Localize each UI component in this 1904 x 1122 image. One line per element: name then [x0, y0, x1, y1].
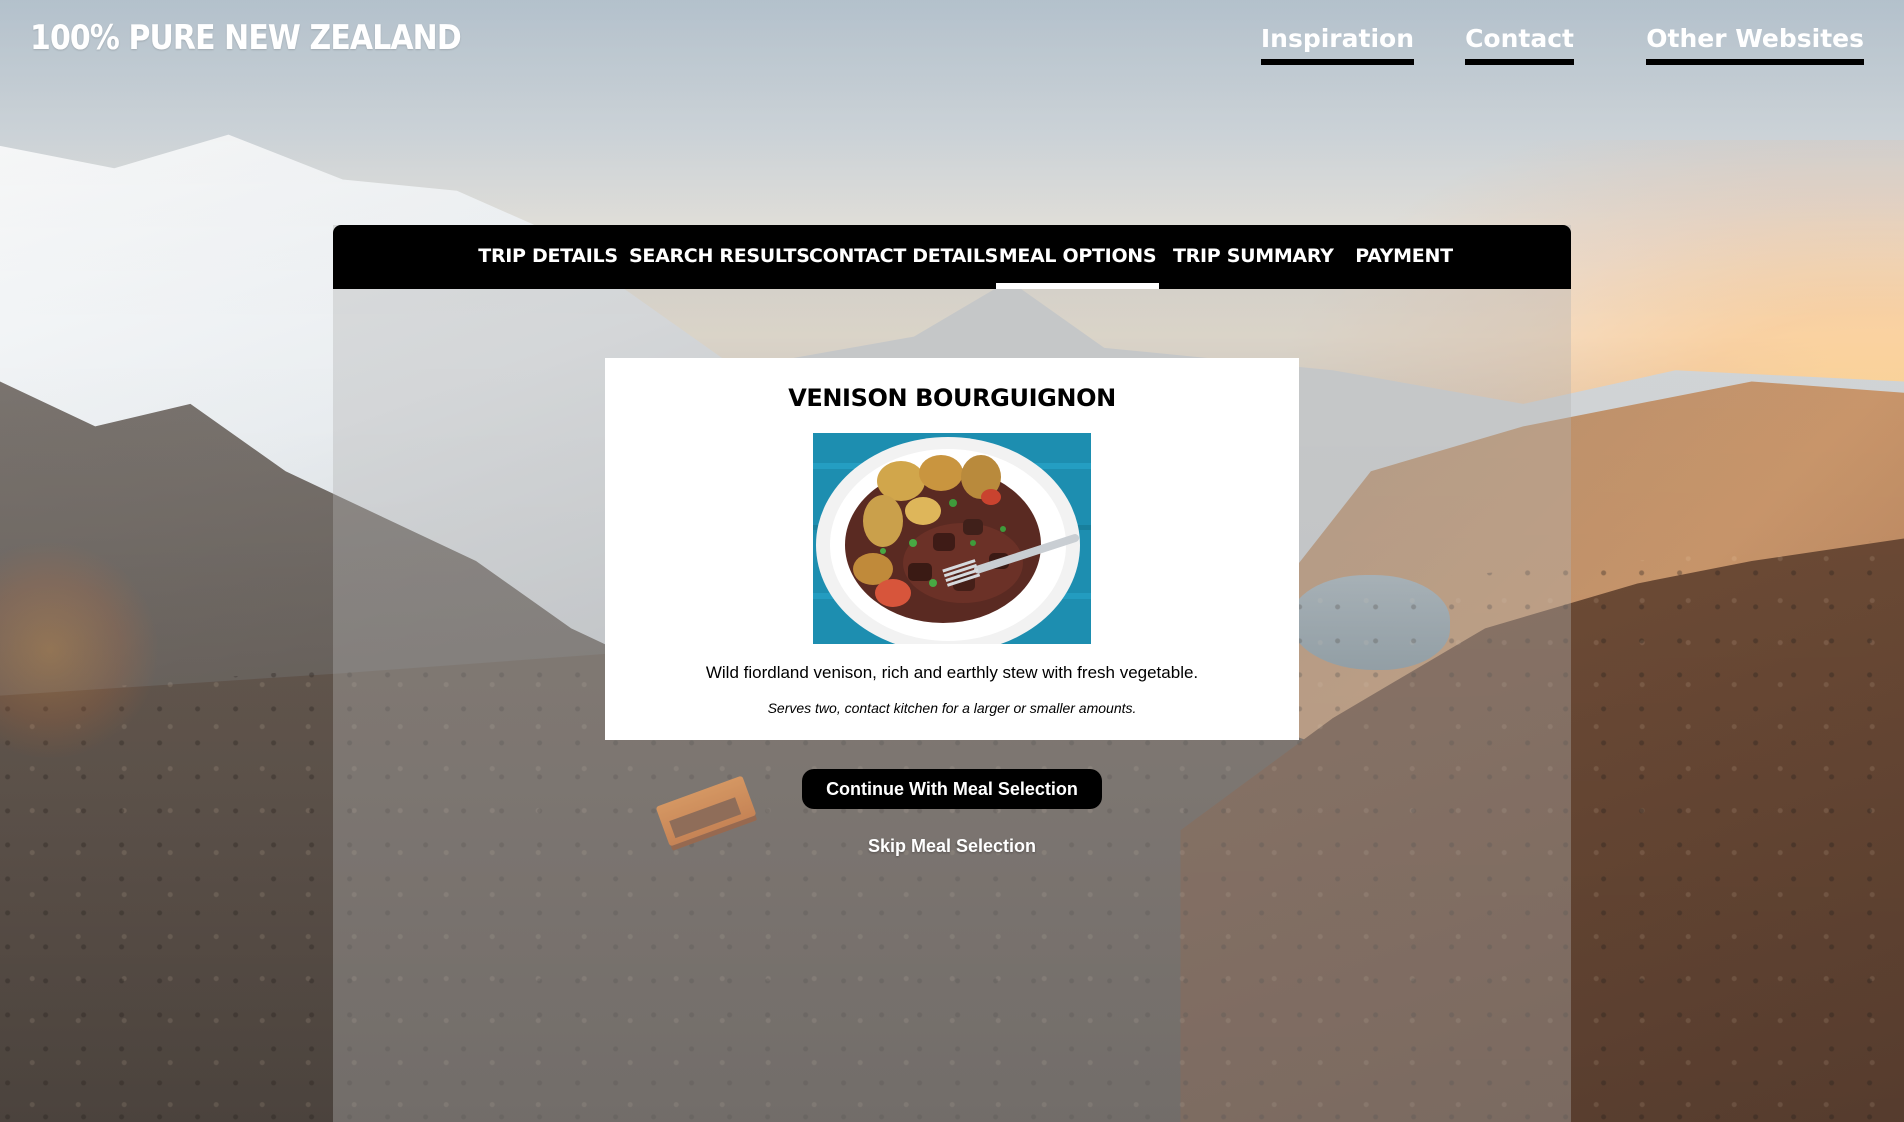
skip-meal-link[interactable]: Skip Meal Selection — [802, 836, 1102, 857]
meal-description: Wild fiordland venison, rich and earthly… — [705, 663, 1199, 682]
nav-link-inspiration[interactable]: Inspiration — [1260, 24, 1414, 65]
tab-contact-details[interactable]: Contact Details — [809, 225, 998, 289]
tab-trip-summary[interactable]: Trip Summary — [1173, 225, 1334, 289]
step-tabs: Trip Details Search Results Contact Deta… — [333, 225, 1571, 289]
tab-meal-options[interactable]: Meal Options — [996, 225, 1159, 289]
site-logo[interactable]: 100% PURE NEW ZEALAND — [30, 18, 462, 58]
nav-link-other-websites[interactable]: Other Websites — [1646, 24, 1864, 65]
meal-photo — [813, 433, 1091, 644]
meal-title: Venison Bourguignon — [788, 384, 1116, 412]
site-header: 100% PURE NEW ZEALAND Inspiration Contac… — [0, 0, 1904, 90]
meal-card: Venison Bourguignon — [605, 358, 1299, 740]
stew-plate-image — [813, 433, 1091, 644]
continue-with-meal-button[interactable]: Continue With Meal Selection — [802, 769, 1102, 809]
meal-serving-note: Serves two, contact kitchen for a larger… — [767, 700, 1137, 716]
tab-payment[interactable]: Payment — [1348, 225, 1460, 289]
tab-search-results[interactable]: Search Results — [629, 225, 810, 289]
tab-trip-details[interactable]: Trip Details — [473, 225, 623, 289]
booking-panel: Trip Details Search Results Contact Deta… — [333, 225, 1571, 1122]
nav-link-contact[interactable]: Contact — [1465, 24, 1574, 65]
